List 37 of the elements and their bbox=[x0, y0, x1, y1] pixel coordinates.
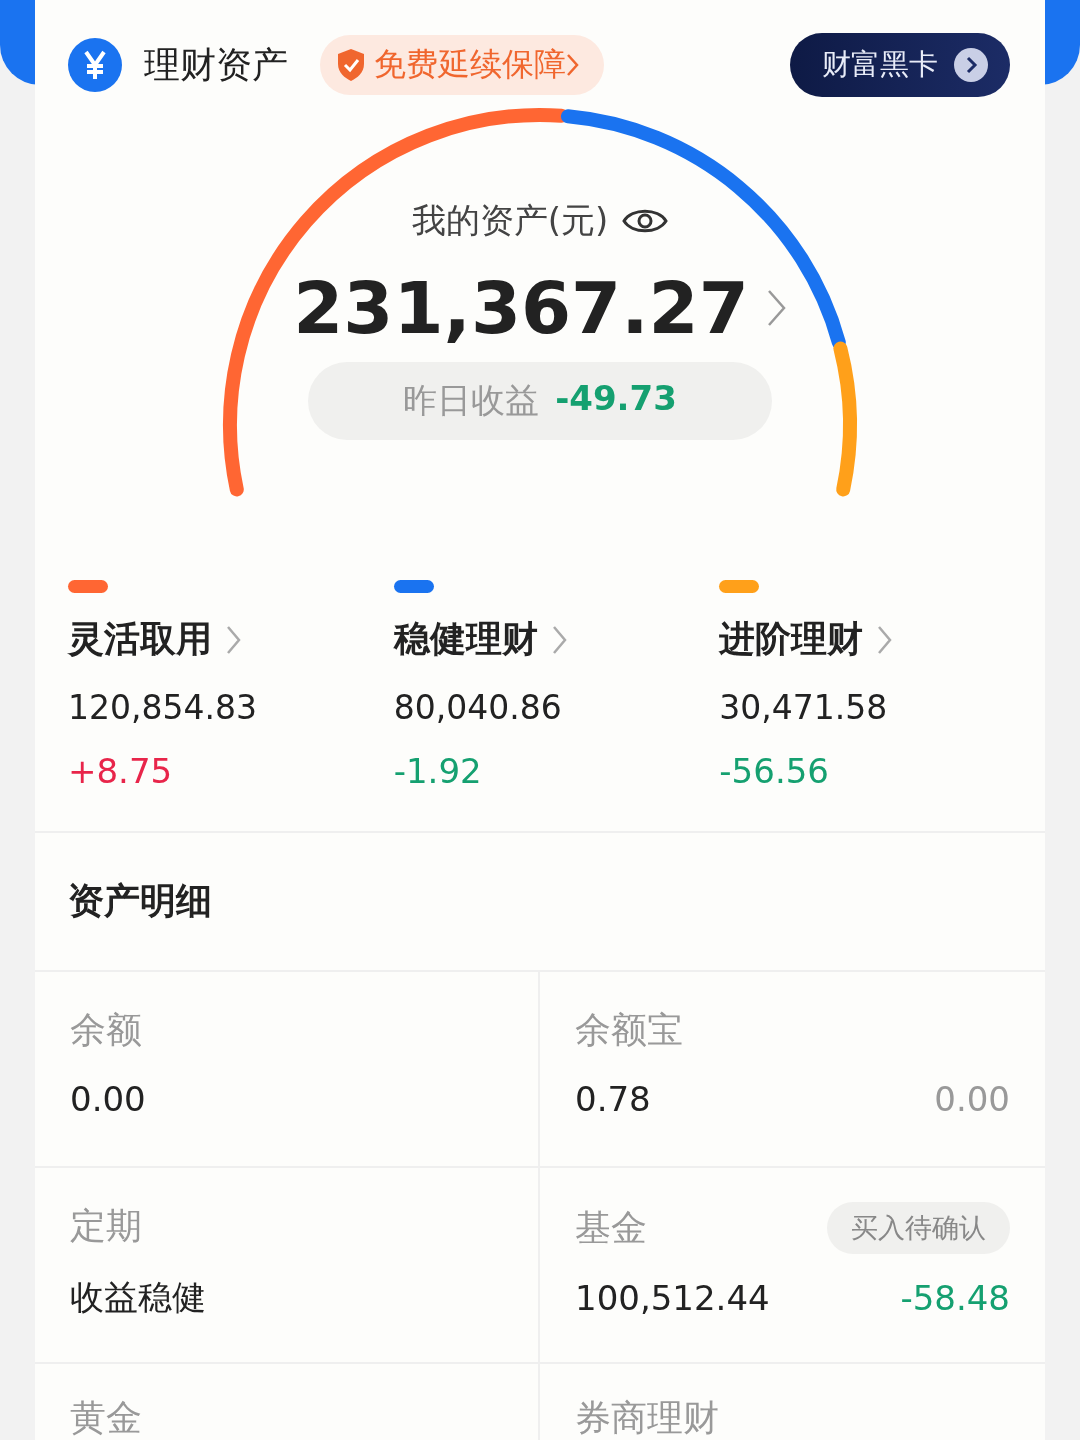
category-amount: 120,854.83 bbox=[68, 688, 258, 727]
asset-value: 100,512.44 bbox=[575, 1278, 770, 1318]
chevron-circle-icon bbox=[954, 48, 988, 82]
asset-value: 0.00 bbox=[70, 1079, 146, 1119]
asset-value: 0.78 bbox=[575, 1079, 651, 1119]
category-name[interactable]: 灵活取用 bbox=[68, 615, 212, 664]
total-label: 我的资产(元) bbox=[411, 199, 609, 242]
category-change: -1.92 bbox=[393, 751, 483, 791]
chevron-icon bbox=[877, 624, 894, 655]
chevron-icon bbox=[226, 624, 242, 655]
shield-icon bbox=[336, 48, 366, 82]
asset-value: 收益稳健 bbox=[70, 1276, 206, 1319]
chevron-icon bbox=[566, 53, 580, 77]
category-change: +8.75 bbox=[68, 751, 174, 791]
asset-label: 基金 bbox=[575, 1205, 647, 1250]
chevron-icon bbox=[551, 624, 568, 655]
asset-label: 余额 bbox=[70, 1008, 142, 1052]
chevron-icon bbox=[766, 289, 787, 327]
asset-label: 券商理财 bbox=[575, 1396, 719, 1440]
yesterday-value: -49.73 bbox=[555, 378, 677, 420]
yuan-icon bbox=[68, 38, 122, 92]
asset-label: 黄金 bbox=[70, 1396, 142, 1440]
asset-label: 余额宝 bbox=[575, 1008, 683, 1052]
category-name[interactable]: 进阶理财 bbox=[719, 615, 864, 664]
category-amount: 80,040.86 bbox=[393, 688, 563, 727]
page-title: 理财资产 bbox=[144, 42, 288, 87]
status-badge: 买入待确认 bbox=[827, 1202, 1010, 1254]
total-amount: 231,367.27 bbox=[293, 266, 749, 350]
vip-card-button[interactable]: 财富黑卡 bbox=[790, 33, 1010, 97]
asset-label: 定期 bbox=[70, 1204, 142, 1248]
category-amount: 30,471.58 bbox=[719, 688, 889, 727]
yesterday-label: 昨日收益 bbox=[403, 379, 540, 422]
asset-change: 0.00 bbox=[934, 1079, 1010, 1119]
category-name[interactable]: 稳健理财 bbox=[393, 615, 538, 664]
category-change: -56.56 bbox=[719, 751, 830, 791]
section-title: 资产明细 bbox=[35, 833, 1045, 972]
asset-change: -58.48 bbox=[900, 1278, 1010, 1318]
